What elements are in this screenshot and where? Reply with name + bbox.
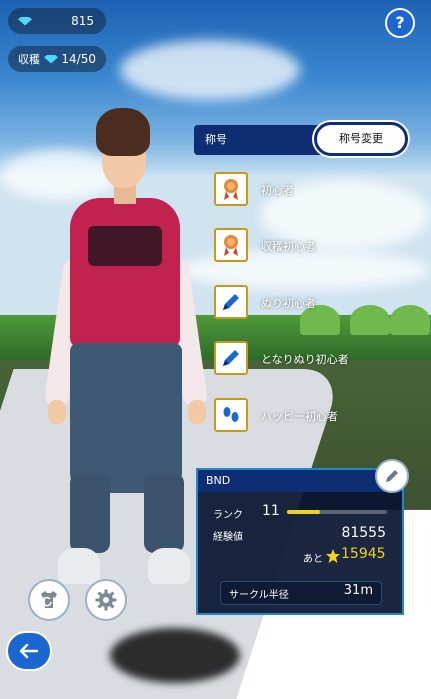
shirt-swap-icon <box>41 591 57 608</box>
help-button[interactable]: ? <box>385 8 415 38</box>
rank-progress-bar <box>287 510 387 514</box>
back-button[interactable] <box>6 631 52 671</box>
avatar-leg <box>144 473 184 553</box>
footprints-icon[interactable] <box>214 398 248 432</box>
avatar-shirt-print <box>88 226 162 266</box>
avatar-leg <box>70 473 110 553</box>
cloud <box>120 40 300 100</box>
rank-value: 11 <box>262 503 280 519</box>
harvest-label: 収穫 <box>18 53 40 66</box>
avatar-shadow <box>110 628 240 683</box>
change-title-button[interactable]: 称号変更 <box>314 122 408 156</box>
avatar-shirt <box>70 198 180 348</box>
gem-icon <box>44 54 58 64</box>
edit-profile-button[interactable] <box>375 459 409 493</box>
gem-count: 815 <box>71 14 94 28</box>
title-item-label: ぬり初心者 <box>261 297 316 310</box>
gem-icon <box>18 16 32 26</box>
avatar-hand <box>188 400 206 424</box>
medal-icon[interactable] <box>214 172 248 206</box>
change-outfit-button[interactable] <box>28 579 70 621</box>
harvest-count: 14/50 <box>61 52 96 66</box>
remaining-xp: 15945 <box>341 546 386 562</box>
pen-icon[interactable] <box>214 285 248 319</box>
xp-label: 経験値 <box>213 532 243 543</box>
circle-radius-value: 31m <box>343 583 373 598</box>
title-item-label: ハッピー初心者 <box>261 410 338 423</box>
star-icon <box>326 549 340 563</box>
avatar-hand <box>48 400 66 424</box>
avatar-shoe <box>148 548 190 584</box>
medal-icon[interactable] <box>214 228 248 262</box>
rank-label: ランク <box>213 510 243 521</box>
harvest-counter: 収穫 14/50 <box>8 46 106 72</box>
avatar-hair <box>96 108 150 156</box>
rank-progress-fill <box>287 510 320 514</box>
gem-counter: 815 <box>8 8 106 34</box>
arrow-left-icon <box>19 643 39 659</box>
title-item-label: となりぬり初心者 <box>261 353 349 366</box>
xp-value: 81555 <box>341 525 386 541</box>
hedge <box>350 305 390 335</box>
player-name: BND <box>206 474 231 487</box>
remaining-prefix: あと <box>303 554 323 565</box>
title-item-label: 初心者 <box>261 184 294 197</box>
player-avatar[interactable] <box>40 108 240 683</box>
title-item-label: 収穫初心者 <box>261 240 316 253</box>
avatar-shoe <box>58 548 100 584</box>
circle-radius-label: サークル半径 <box>229 590 289 601</box>
avatar-pants <box>70 343 182 493</box>
titles-header: 称号 <box>205 133 227 146</box>
hedge <box>390 305 430 335</box>
gear-icon <box>95 589 117 611</box>
pencil-icon <box>386 470 398 482</box>
settings-button[interactable] <box>85 579 127 621</box>
pen-icon[interactable] <box>214 341 248 375</box>
profile-panel-header: BND <box>198 470 402 492</box>
